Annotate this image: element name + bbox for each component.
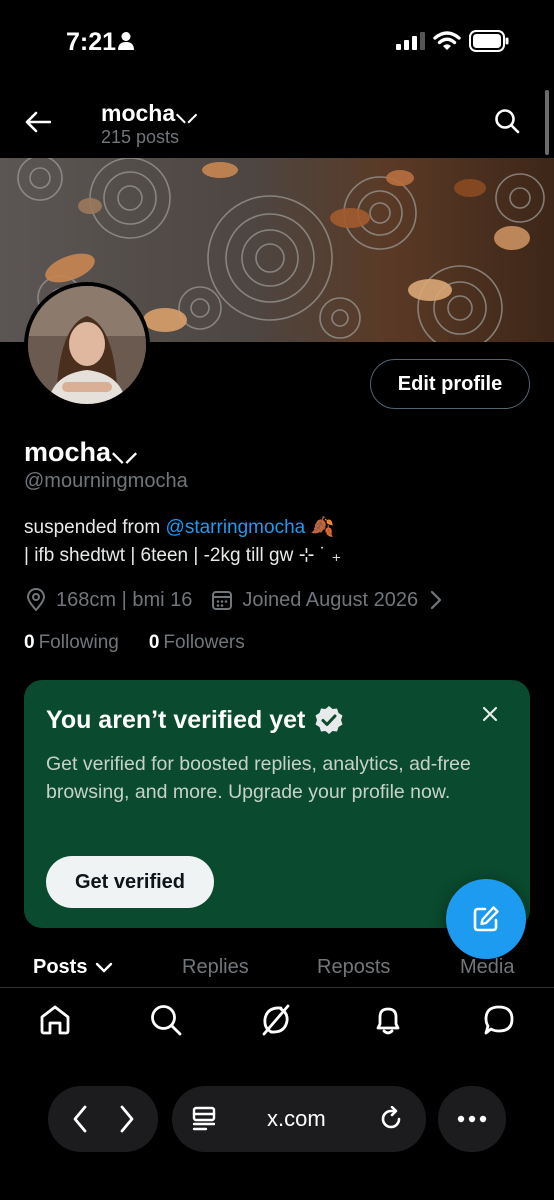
display-name: mocha⸜⸝ [24,437,139,467]
bio-text: suspended from [24,517,166,538]
handle: @mourningmocha [24,470,188,492]
browser-nav-pill [48,1086,158,1152]
location-text: 168cm | bmi 16 [56,588,193,611]
address-bar[interactable]: x.com [172,1086,426,1152]
location-icon [24,588,48,612]
status-time: 7:21 [66,28,117,56]
browser-toolbar: x.com [0,1060,554,1200]
search-button[interactable] [490,104,524,138]
get-verified-button[interactable]: Get verified [46,856,214,908]
bio-mention-link[interactable]: @starringmocha [166,517,306,538]
more-icon [457,1115,487,1123]
nav-messages[interactable] [481,1002,517,1038]
nav-home[interactable] [37,1002,73,1038]
more-button[interactable] [438,1086,506,1152]
back-button[interactable] [22,106,54,138]
avatar[interactable] [24,282,150,408]
tab-media[interactable]: Media [460,956,514,979]
nav-search[interactable] [148,1002,184,1038]
header-name: mocha⸜⸝ [101,100,199,126]
edit-profile-button[interactable]: Edit profile [370,359,530,409]
search-icon [151,1005,182,1036]
followers-link[interactable]: 0 Followers [149,632,245,654]
calendar-icon [210,588,234,612]
chevron-left-icon [73,1105,86,1133]
grok-icon [262,1004,290,1036]
reload-icon[interactable] [378,1106,404,1132]
chevron-right-icon [120,1105,133,1133]
chevron-right-icon[interactable] [424,588,448,612]
tab-replies[interactable]: Replies [182,956,249,979]
browser-forward-button[interactable] [112,1099,142,1139]
status-bar: 7:21 [0,0,554,84]
nav-notifications[interactable] [370,1002,406,1038]
arrow-left-icon [25,111,51,133]
scrollbar-thumb[interactable] [545,90,549,155]
reader-mode-icon[interactable] [192,1106,218,1132]
bio-line-1: suspended from @starringmocha 🍂 [24,515,334,539]
nav-grok[interactable] [258,1002,294,1038]
search-icon [495,109,520,134]
follow-stats: 0 Following 0 Followers [24,632,275,654]
followers-label: Followers [163,632,245,653]
wifi-icon [433,31,461,50]
battery-icon [469,30,509,52]
bell-icon [376,1007,400,1035]
following-count: 0 [24,632,35,653]
browser-back-button[interactable] [65,1099,95,1139]
bio-emoji: 🍂 [305,517,335,538]
tab-posts[interactable]: Posts [33,956,113,979]
following-link[interactable]: 0 Following [24,632,119,654]
url-text: x.com [267,1106,326,1131]
header-post-count: 215 posts [101,127,180,147]
home-icon [40,1005,70,1035]
person-icon [118,32,134,50]
bio-line-2: | ifb shedtwt | 6teen | -2kg till gw ⊹ ˙… [24,545,342,566]
following-label: Following [38,632,119,653]
joined-text: Joined August 2026 [242,588,419,611]
chevron-down-icon [96,962,113,972]
compose-icon [473,906,499,932]
tab-reposts[interactable]: Reposts [317,956,390,979]
verification-title-text: You aren’t verified yet [46,705,306,734]
verified-badge-icon [315,706,343,734]
followers-count: 0 [148,632,160,653]
signal-icon [396,32,425,50]
tab-posts-label: Posts [33,956,88,978]
profile-meta: 168cm | bmi 16 Joined August 2026 [24,587,456,613]
verification-card: You aren’t verified yet Get verified for… [24,680,530,928]
verification-title: You aren’t verified yet [46,704,345,736]
close-icon[interactable] [478,702,502,726]
verification-description: Get verified for boosted replies, analyt… [46,753,471,803]
compose-button[interactable] [446,879,526,959]
bottom-navigation [0,990,554,1060]
message-icon [484,1005,514,1035]
profile-tabs: Posts Replies Reposts Media [0,948,554,988]
